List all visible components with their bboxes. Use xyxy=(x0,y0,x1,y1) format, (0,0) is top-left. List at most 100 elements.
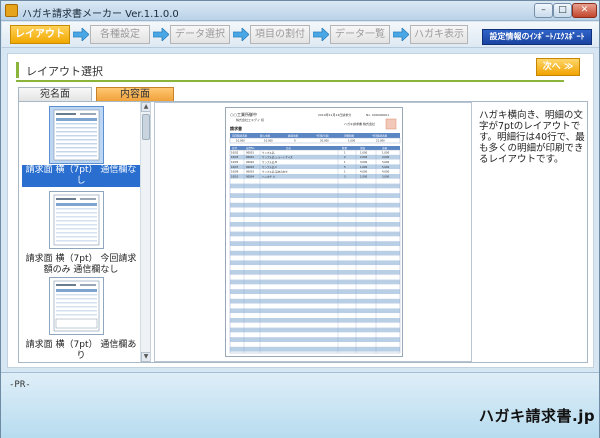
detail-row xyxy=(230,322,400,328)
layout-list[interactable]: 請求面 横（7pt） 通信欄なし 請求面 横（7pt） 今回請求額のみ 通信欄な… xyxy=(19,102,151,362)
next-button[interactable]: 次へ ≫ xyxy=(536,58,580,76)
arrow-right-icon xyxy=(73,28,89,41)
detail-row xyxy=(230,303,400,309)
preview-recipient: ○○工業所御中 xyxy=(230,111,257,117)
window-title: ハガキ請求書メーカー Ver.1.1.0.0 xyxy=(22,9,179,20)
detail-row xyxy=(230,270,400,275)
svg-text:2,000: 2,000 xyxy=(360,155,368,159)
arrow-right-icon xyxy=(233,28,249,41)
preview-company: 株式会社エキグイ 様 xyxy=(236,117,264,122)
tab-content-area: 請求面 横（7pt） 通信欄なし 請求面 横（7pt） 今回請求額のみ 通信欄な… xyxy=(18,101,588,363)
layout-list-scrollbar[interactable]: ▲ ▼ xyxy=(140,102,150,362)
detail-row xyxy=(230,313,400,318)
svg-text:今回御請求額: 今回御請求額 xyxy=(372,134,388,138)
detail-row xyxy=(230,255,400,261)
svg-text:20,000: 20,000 xyxy=(320,139,329,143)
tab-content-side[interactable]: 内容面 xyxy=(96,87,174,101)
layout-description: ハガキ横向き、明細の文字が7ptのレイアウトです。明細行は40行で、最も多くの明… xyxy=(479,110,585,165)
svg-text:4,000: 4,000 xyxy=(360,170,368,174)
svg-text:消費税額: 消費税額 xyxy=(344,134,355,138)
svg-text:数量: 数量 xyxy=(342,146,348,150)
detail-row xyxy=(230,226,400,232)
title-bar: ハガキ請求書メーカー Ver.1.1.0.0 – □ ✕ xyxy=(1,1,599,21)
scroll-up-icon[interactable]: ▲ xyxy=(141,102,150,112)
arrow-right-icon xyxy=(313,28,329,41)
svg-text:4,000: 4,000 xyxy=(382,170,390,174)
layout-label[interactable]: 請求面 横（7pt） 今回請求額のみ 通信欄なし xyxy=(22,254,140,276)
detail-row xyxy=(230,332,400,338)
svg-text:サンプル品 C: サンプル品 C xyxy=(262,165,277,169)
settings-import-export-button[interactable]: 設定情報のｲﾝﾎﾟｰﾄ/ｴｸｽﾎﾟｰﾄ xyxy=(482,29,592,45)
detail-row xyxy=(230,222,400,227)
svg-text:前回御請求額: 前回御請求額 xyxy=(232,134,248,138)
detail-rows xyxy=(230,150,400,352)
layout-label[interactable]: 請求面 横（7pt） 通信欄あり xyxy=(22,340,140,362)
step-layout[interactable]: レイアウト xyxy=(10,25,70,44)
svg-text:10/09: 10/09 xyxy=(231,170,239,174)
step-data-list[interactable]: データ一覧 xyxy=(330,25,390,44)
detail-row xyxy=(230,284,400,290)
detail-row xyxy=(230,250,400,256)
detail-row xyxy=(230,207,400,213)
detail-row xyxy=(230,279,400,285)
detail-row xyxy=(230,188,400,194)
preview-date: 2010年11月14日請求分 xyxy=(318,112,351,117)
svg-text:00003: 00003 xyxy=(246,170,254,174)
svg-text:10,000: 10,000 xyxy=(264,139,273,143)
svg-text:金額: 金額 xyxy=(382,146,388,150)
svg-text:10/07: 10/07 xyxy=(231,165,239,169)
detail-row xyxy=(230,231,400,237)
layout-thumbnail[interactable] xyxy=(49,191,104,249)
svg-text:1,000: 1,000 xyxy=(382,150,390,154)
step-field-mapping[interactable]: 項目の割付 xyxy=(250,25,310,44)
preview-heading: 請求書 xyxy=(230,125,242,131)
detail-row xyxy=(230,298,400,304)
svg-text:21,000: 21,000 xyxy=(376,139,385,143)
arrow-right-icon xyxy=(153,28,169,41)
svg-text:00004: 00004 xyxy=(246,174,254,178)
detail-row xyxy=(230,246,400,251)
minimize-button[interactable]: – xyxy=(534,3,553,18)
svg-text:品名: 品名 xyxy=(286,146,292,150)
scroll-down-icon[interactable]: ▼ xyxy=(141,352,150,362)
svg-text:10/03: 10/03 xyxy=(231,155,239,159)
svg-text:3,000: 3,000 xyxy=(360,160,368,164)
step-postcard-view[interactable]: ハガキ表示 xyxy=(410,25,468,44)
detail-row xyxy=(230,198,400,203)
seal-stamp-icon xyxy=(385,118,397,130)
tab-address-side[interactable]: 宛名面 xyxy=(18,87,92,101)
svg-text:10/05: 10/05 xyxy=(231,160,239,164)
pr-label: -PR- xyxy=(9,380,31,390)
wizard-step-bar: レイアウト 各種設定 データ選択 項目の割付 データ一覧 ハガキ表示 設定情報の… xyxy=(2,22,599,48)
detail-row xyxy=(230,178,400,184)
layout-label[interactable]: 請求面 横（7pt） 通信欄なし xyxy=(22,165,140,187)
detail-row xyxy=(230,241,400,246)
svg-text:1,000: 1,000 xyxy=(360,165,368,169)
svg-text:00002: 00002 xyxy=(246,160,254,164)
svg-text:5,000: 5,000 xyxy=(382,165,390,169)
maximize-button[interactable]: □ xyxy=(553,3,572,18)
detail-row xyxy=(230,150,400,155)
svg-text:3,000: 3,000 xyxy=(382,174,390,178)
svg-text:サンプル品: サンプル品 xyxy=(262,150,275,154)
layout-thumbnail[interactable] xyxy=(49,277,104,335)
step-data-select[interactable]: データ選択 xyxy=(170,25,230,44)
preview-number: No. 000000001 xyxy=(366,113,389,117)
detail-row xyxy=(230,265,400,270)
layout-thumbnail[interactable] xyxy=(49,106,104,164)
svg-text:00001: 00001 xyxy=(246,150,254,154)
step-settings[interactable]: 各種設定 xyxy=(90,25,150,44)
detail-row xyxy=(230,318,400,323)
svg-text:00001: 00001 xyxy=(246,155,254,159)
svg-text:繰越金額: 繰越金額 xyxy=(288,134,299,138)
svg-text:00003: 00003 xyxy=(246,165,254,169)
scrollbar-thumb[interactable] xyxy=(142,114,150,140)
detail-row xyxy=(230,236,400,242)
detail-row xyxy=(230,169,400,174)
layout-preview: ○○工業所御中 株式会社エキグイ 様 2010年11月14日請求分 No. 00… xyxy=(154,102,472,362)
close-button[interactable]: ✕ xyxy=(572,3,597,18)
detail-row xyxy=(230,294,400,299)
svg-text:単価: 単価 xyxy=(360,146,366,150)
detail-row xyxy=(230,274,400,280)
svg-text:1,000: 1,000 xyxy=(360,174,368,178)
